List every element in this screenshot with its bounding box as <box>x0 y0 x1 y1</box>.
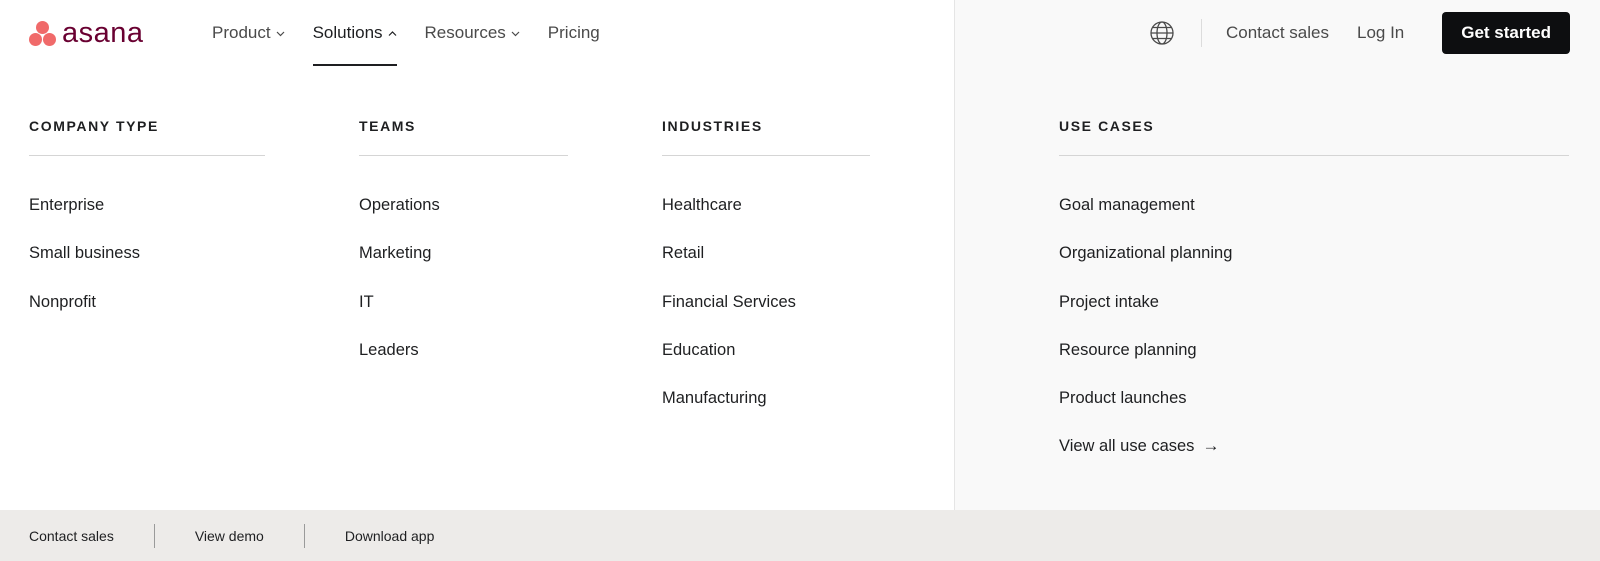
nav-resources-label: Resources <box>424 23 506 42</box>
menu-link-financial-services[interactable]: Financial Services <box>662 292 870 340</box>
column-title: COMPANY TYPE <box>29 118 159 134</box>
menu-link-healthcare[interactable]: Healthcare <box>662 195 870 243</box>
menu-link-marketing[interactable]: Marketing <box>359 243 568 291</box>
column-divider <box>359 155 568 156</box>
menu-link-resource-planning[interactable]: Resource planning <box>1059 340 1569 388</box>
use-cases-list: Goal management Organizational planning … <box>1059 195 1569 485</box>
logo-wordmark: asana <box>62 17 144 49</box>
main-nav: Product Solutions Resources Pricing <box>212 0 628 66</box>
header-actions: Contact sales Log In Get started <box>1149 12 1570 54</box>
chevron-up-icon <box>388 29 397 38</box>
chevron-down-icon <box>276 29 285 38</box>
menu-link-small-business[interactable]: Small business <box>29 243 265 291</box>
nav-pricing[interactable]: Pricing <box>548 0 600 66</box>
column-divider <box>1059 155 1569 156</box>
column-title: TEAMS <box>359 118 416 134</box>
nav-resources[interactable]: Resources <box>425 0 520 66</box>
column-divider <box>29 155 265 156</box>
menu-link-organizational-planning[interactable]: Organizational planning <box>1059 243 1569 291</box>
menu-link-enterprise[interactable]: Enterprise <box>29 195 265 243</box>
footer-divider <box>303 523 305 548</box>
nav-product[interactable]: Product <box>212 0 285 66</box>
company-type-list: Enterprise Small business Nonprofit <box>29 195 265 340</box>
globe-icon[interactable] <box>1149 20 1175 46</box>
column-divider <box>662 155 870 156</box>
menu-link-education[interactable]: Education <box>662 340 870 388</box>
top-header: asana Product Solutions Resources Pricin… <box>0 0 1600 66</box>
menu-link-project-intake[interactable]: Project intake <box>1059 292 1569 340</box>
footer-download-app[interactable]: Download app <box>345 528 435 544</box>
menu-link-product-launches[interactable]: Product launches <box>1059 388 1569 436</box>
menu-link-operations[interactable]: Operations <box>359 195 568 243</box>
asana-dots-icon <box>28 19 58 47</box>
nav-product-label: Product <box>212 23 271 42</box>
menu-link-retail[interactable]: Retail <box>662 243 870 291</box>
menu-link-leaders[interactable]: Leaders <box>359 340 568 388</box>
industries-list: Healthcare Retail Financial Services Edu… <box>662 195 870 436</box>
column-industries: INDUSTRIES Healthcare Retail Financial S… <box>662 117 870 436</box>
column-company-type: COMPANY TYPE Enterprise Small business N… <box>29 117 265 340</box>
column-use-cases: USE CASES Goal management Organizational… <box>1059 117 1569 485</box>
menu-link-manufacturing[interactable]: Manufacturing <box>662 388 870 436</box>
chevron-down-icon <box>511 29 520 38</box>
footer-contact-sales[interactable]: Contact sales <box>29 528 114 544</box>
menu-footer-bar: Contact sales View demo Download app <box>0 510 1600 561</box>
nav-solutions[interactable]: Solutions <box>312 0 397 66</box>
header-divider <box>1200 19 1202 47</box>
footer-view-demo[interactable]: View demo <box>195 528 264 544</box>
get-started-button[interactable]: Get started <box>1442 12 1570 54</box>
arrow-right-icon: → <box>1202 436 1220 456</box>
asana-logo[interactable]: asana <box>28 18 144 48</box>
column-title: INDUSTRIES <box>662 118 763 134</box>
menu-link-it[interactable]: IT <box>359 292 568 340</box>
contact-sales-link[interactable]: Contact sales <box>1226 23 1329 43</box>
view-all-label: View all use cases <box>1059 437 1195 456</box>
menu-link-nonprofit[interactable]: Nonprofit <box>29 292 265 340</box>
teams-list: Operations Marketing IT Leaders <box>359 195 568 388</box>
menu-link-goal-management[interactable]: Goal management <box>1059 195 1569 243</box>
column-teams: TEAMS Operations Marketing IT Leaders <box>359 117 568 388</box>
nav-solutions-label: Solutions <box>312 23 383 42</box>
solutions-mega-menu: asana Product Solutions Resources Pricin… <box>0 0 1600 561</box>
view-all-use-cases-link[interactable]: View all use cases → <box>1059 436 1569 484</box>
footer-divider <box>153 523 155 548</box>
nav-pricing-label: Pricing <box>547 23 600 42</box>
column-title: USE CASES <box>1059 118 1155 134</box>
log-in-link[interactable]: Log In <box>1357 23 1404 43</box>
